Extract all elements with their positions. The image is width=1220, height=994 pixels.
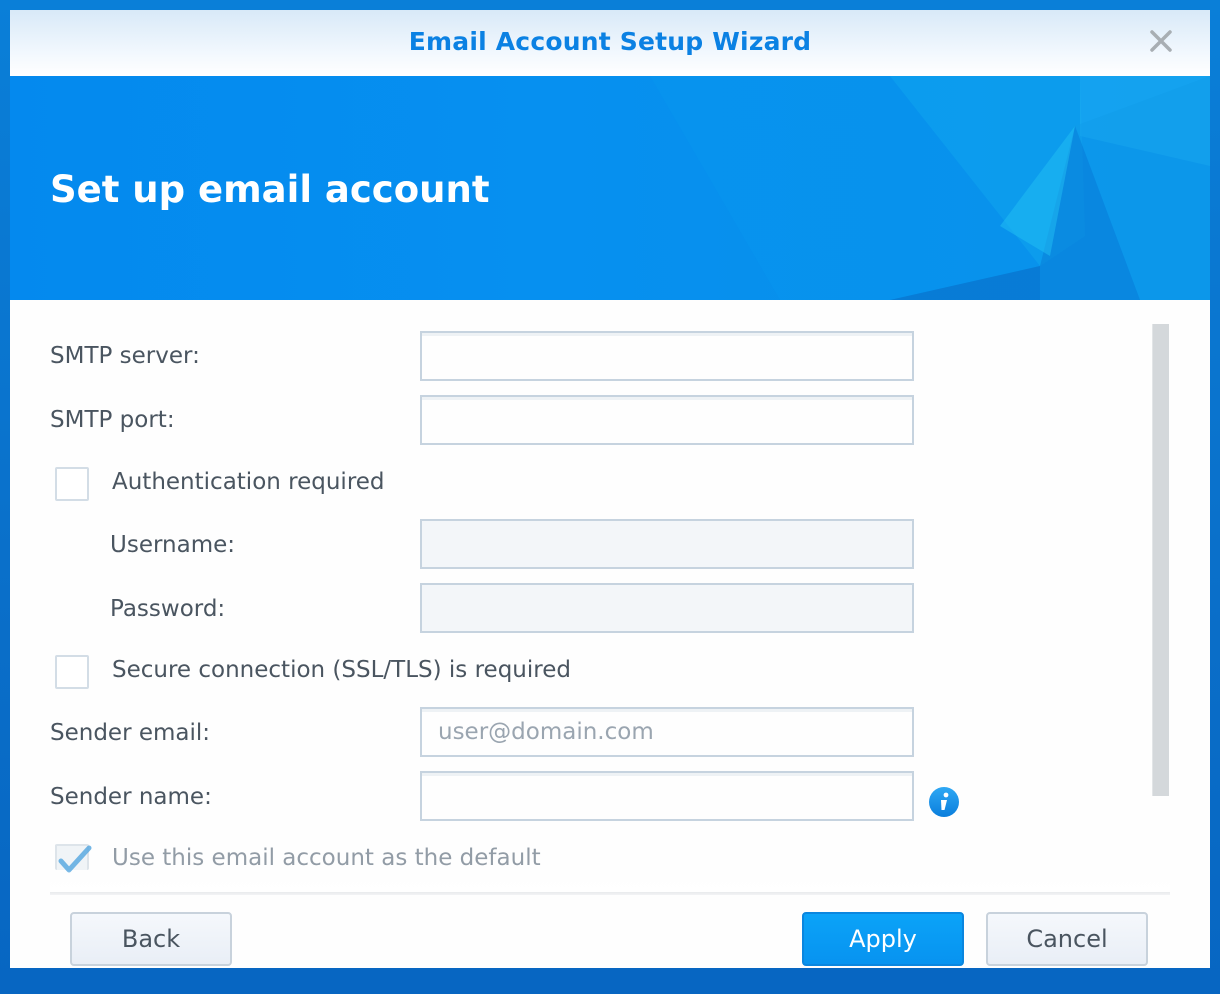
smtp-server-input[interactable] <box>420 331 914 381</box>
use-as-default-label: Use this email account as the default <box>112 845 541 871</box>
smtp-port-label: SMTP port: <box>50 407 175 433</box>
header-banner: Set up email account <box>10 76 1210 300</box>
username-label: Username: <box>110 532 235 558</box>
scroll-fade <box>50 870 1170 894</box>
back-button-label: Back <box>121 925 181 953</box>
sender-name-input[interactable] <box>420 771 914 821</box>
smtp-port-input[interactable] <box>420 395 914 445</box>
authentication-required-label[interactable]: Authentication required <box>112 469 385 495</box>
title-bar: Email Account Setup Wizard <box>10 10 1210 76</box>
sender-name-label: Sender name: <box>50 784 212 810</box>
username-input[interactable] <box>420 519 914 569</box>
sender-email-label: Sender email: <box>50 720 211 746</box>
close-icon <box>1150 30 1172 52</box>
apply-button[interactable]: Apply <box>802 912 964 966</box>
cancel-button-label: Cancel <box>1026 925 1108 953</box>
dialog-title: Email Account Setup Wizard <box>408 27 812 56</box>
ssl-tls-required-label[interactable]: Secure connection (SSL/TLS) is required <box>112 657 571 683</box>
form-scrollbar[interactable] <box>1152 324 1169 796</box>
page-heading: Set up email account <box>50 168 490 211</box>
back-button[interactable]: Back <box>70 912 232 966</box>
sender-name-info-button[interactable] <box>928 786 960 818</box>
footer-divider <box>50 892 1170 895</box>
smtp-server-label: SMTP server: <box>50 343 200 369</box>
info-icon <box>929 787 959 817</box>
authentication-required-checkbox[interactable] <box>55 467 89 501</box>
wizard-dialog: Email Account Setup Wizard Set up email … <box>10 10 1210 968</box>
sender-email-input[interactable] <box>420 707 914 757</box>
use-as-default-checkbox[interactable] <box>55 844 92 873</box>
ssl-tls-required-checkbox[interactable] <box>55 655 89 689</box>
password-label: Password: <box>110 596 226 622</box>
password-input[interactable] <box>420 583 914 633</box>
apply-button-label: Apply <box>849 925 917 953</box>
cancel-button[interactable]: Cancel <box>986 912 1148 966</box>
close-button[interactable] <box>1146 26 1176 56</box>
